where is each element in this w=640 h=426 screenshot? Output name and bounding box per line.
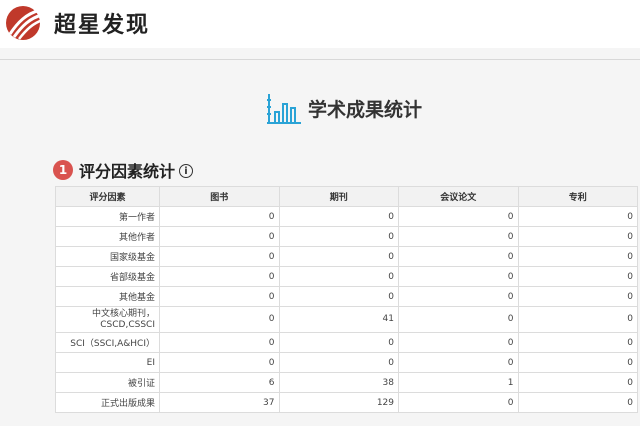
row-label: 省部级基金 xyxy=(55,266,160,287)
table-cell[interactable]: 0 xyxy=(398,392,519,413)
table-cell[interactable]: 0 xyxy=(398,266,519,287)
table-cell[interactable]: 0 xyxy=(159,306,280,333)
table-cell[interactable]: 0 xyxy=(398,332,519,353)
logo[interactable]: 超星发现 xyxy=(4,4,150,42)
table-row: 第一作者 0 0 0 0 xyxy=(55,206,638,227)
table-cell[interactable]: 0 xyxy=(278,226,399,247)
table-cell[interactable]: 0 xyxy=(517,206,638,227)
section-header: 1 评分因素统计 i xyxy=(53,158,194,182)
table-row: SCI（SSCI,A&HCI） 0 0 0 0 xyxy=(55,332,638,353)
table-cell[interactable]: 0 xyxy=(517,332,638,353)
table-row: 其他基金 0 0 0 0 xyxy=(55,286,638,307)
header-patents: 专利 xyxy=(517,186,638,207)
table-row: 国家级基金 0 0 0 0 xyxy=(55,246,638,267)
table-cell[interactable]: 6 xyxy=(159,372,280,393)
row-label: 中文核心期刊，CSCD,CSSCI xyxy=(55,306,160,333)
table-cell[interactable]: 0 xyxy=(278,266,399,287)
table-row: 正式出版成果 37 129 0 0 xyxy=(55,392,638,413)
table-cell[interactable]: 0 xyxy=(159,286,280,307)
stats-table: 评分因素 图书 期刊 会议论文 专利 第一作者 0 0 0 0 其他作者 0 0 0 0 国家级基金… xyxy=(55,186,638,413)
table-cell[interactable]: 0 xyxy=(278,286,399,307)
table-cell[interactable]: 41 xyxy=(278,306,399,333)
table-cell[interactable]: 0 xyxy=(517,392,638,413)
row-label: 正式出版成果 xyxy=(55,392,160,413)
table-cell[interactable]: 0 xyxy=(517,372,638,393)
table-cell[interactable]: 0 xyxy=(517,352,638,373)
header-journals: 期刊 xyxy=(278,186,399,207)
logo-mark-icon xyxy=(6,6,44,40)
table-cell[interactable]: 129 xyxy=(278,392,399,413)
table-header-row: 评分因素 图书 期刊 会议论文 专利 xyxy=(55,186,638,207)
table-body: 第一作者 0 0 0 0 其他作者 0 0 0 0 国家级基金 0 0 0 0 省部级基金 0 0 0 0 其他基金 0 0… xyxy=(55,206,638,413)
table-cell[interactable]: 0 xyxy=(398,286,519,307)
header-divider xyxy=(0,59,640,60)
bar-chart-icon xyxy=(267,94,301,124)
table-row: 被引证 6 38 1 0 xyxy=(55,372,638,393)
page-heading: 学术成果统计 xyxy=(266,88,422,128)
table-cell[interactable]: 0 xyxy=(159,332,280,353)
table-cell[interactable]: 0 xyxy=(159,352,280,373)
row-label: 第一作者 xyxy=(55,206,160,227)
table-cell[interactable]: 0 xyxy=(398,206,519,227)
row-label: 其他基金 xyxy=(55,286,160,307)
row-label: 国家级基金 xyxy=(55,246,160,267)
page-title: 学术成果统计 xyxy=(308,98,423,121)
table-cell[interactable]: 0 xyxy=(159,226,280,247)
table-cell[interactable]: 0 xyxy=(278,352,399,373)
table-cell[interactable]: 0 xyxy=(398,352,519,373)
table-cell[interactable]: 38 xyxy=(278,372,399,393)
table-row: 省部级基金 0 0 0 0 xyxy=(55,266,638,287)
row-label: 其他作者 xyxy=(55,226,160,247)
table-cell[interactable]: 0 xyxy=(159,206,280,227)
table-cell[interactable]: 0 xyxy=(278,246,399,267)
table-cell[interactable]: 1 xyxy=(398,372,519,393)
header-conference-papers: 会议论文 xyxy=(398,186,519,207)
section-number-badge: 1 xyxy=(53,160,73,180)
row-label: EI xyxy=(55,352,160,373)
section-title: 评分因素统计 xyxy=(79,162,176,181)
table-cell[interactable]: 37 xyxy=(159,392,280,413)
table-cell[interactable]: 0 xyxy=(517,226,638,247)
table-cell[interactable]: 0 xyxy=(398,306,519,333)
table-cell[interactable]: 0 xyxy=(517,246,638,267)
table-cell[interactable]: 0 xyxy=(517,306,638,333)
table-cell[interactable]: 0 xyxy=(278,332,399,353)
header-factor: 评分因素 xyxy=(55,186,160,207)
info-icon[interactable]: i xyxy=(179,164,194,178)
header-books: 图书 xyxy=(159,186,280,207)
row-label: SCI（SSCI,A&HCI） xyxy=(55,332,160,353)
table-row: 中文核心期刊，CSCD,CSSCI 0 41 0 0 xyxy=(55,306,638,333)
row-label: 被引证 xyxy=(55,372,160,393)
table-cell[interactable]: 0 xyxy=(278,206,399,227)
table-cell[interactable]: 0 xyxy=(398,226,519,247)
table-cell[interactable]: 0 xyxy=(517,266,638,287)
top-bar: 超星发现 xyxy=(0,0,640,48)
table-cell[interactable]: 0 xyxy=(398,246,519,267)
logo-text: 超星发现 xyxy=(54,13,151,38)
table-row: EI 0 0 0 0 xyxy=(55,352,638,373)
table-cell[interactable]: 0 xyxy=(517,286,638,307)
table-row: 其他作者 0 0 0 0 xyxy=(55,226,638,247)
table-cell[interactable]: 0 xyxy=(159,246,280,267)
table-cell[interactable]: 0 xyxy=(159,266,280,287)
